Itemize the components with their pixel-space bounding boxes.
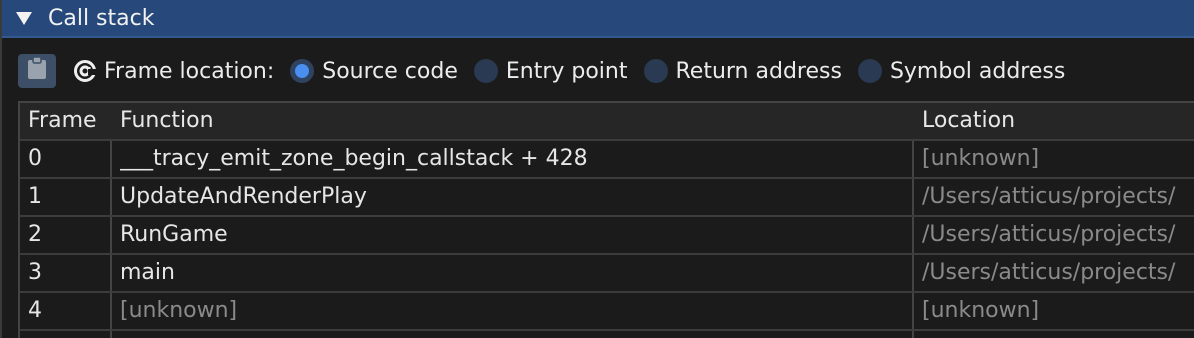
- radio-selected-indicator[interactable]: [290, 59, 315, 83]
- location-path[interactable]: /Users/atticus/projects/: [922, 217, 1194, 253]
- copy-to-clipboard-button[interactable]: [18, 54, 56, 88]
- table-header: Frame Function Location: [20, 103, 1194, 141]
- column-header-function[interactable]: Function: [120, 103, 910, 139]
- frame-location-toolbar: Frame location: Source code Entry point …: [18, 52, 1188, 90]
- frame-location-label: Frame location:: [104, 58, 275, 84]
- radio-label: Source code: [322, 58, 458, 84]
- window-title: Call stack: [48, 5, 155, 31]
- radio-indicator[interactable]: [857, 59, 882, 83]
- table-row[interactable]: 1 UpdateAndRenderPlay /Users/atticus/pro…: [20, 179, 1194, 217]
- function-name[interactable]: RunGame: [120, 217, 910, 253]
- table-row[interactable]: 2 RunGame /Users/atticus/projects/: [20, 217, 1194, 255]
- frame-number: 3: [28, 260, 42, 285]
- radio-indicator[interactable]: [643, 59, 668, 83]
- location-path[interactable]: /Users/atticus/projects/: [922, 179, 1194, 215]
- function-name[interactable]: UpdateAndRenderPlay: [120, 179, 910, 215]
- column-header-location[interactable]: Location: [922, 103, 1194, 139]
- frame-number: 0: [28, 146, 42, 171]
- location-path[interactable]: /Users/atticus/projects/: [922, 255, 1194, 291]
- radio-return-address[interactable]: Return address: [643, 58, 842, 84]
- table-row[interactable]: 3 main /Users/atticus/projects/: [20, 255, 1194, 293]
- function-name[interactable]: [unknown]: [120, 293, 910, 329]
- window-titlebar[interactable]: Call stack: [2, 0, 1194, 38]
- call-stack-window: Call stack Frame location: Source code E…: [0, 0, 1194, 338]
- radio-label: Symbol address: [889, 58, 1066, 84]
- frame-number: 2: [28, 222, 42, 247]
- call-stack-table: Frame Function Location 0 ___tracy_emit_…: [18, 101, 1194, 338]
- frame-number: 1: [28, 184, 42, 209]
- radio-source-code[interactable]: Source code: [290, 59, 458, 84]
- radio-label: Entry point: [505, 58, 628, 84]
- at-sign-icon: [72, 58, 98, 84]
- location-path[interactable]: [unknown]: [922, 293, 1194, 329]
- radio-symbol-address[interactable]: Symbol address: [857, 58, 1066, 84]
- radio-entry-point[interactable]: Entry point: [473, 58, 628, 84]
- radio-label: Return address: [675, 58, 842, 84]
- table-row[interactable]: 4 [unknown] [unknown]: [20, 293, 1194, 331]
- collapse-triangle-icon[interactable]: [14, 8, 34, 28]
- column-header-frame[interactable]: Frame: [28, 103, 112, 139]
- frame-number: 4: [28, 298, 42, 323]
- clipboard-icon: [27, 56, 47, 86]
- function-name[interactable]: main: [120, 255, 910, 291]
- table-row[interactable]: 0 ___tracy_emit_zone_begin_callstack + 4…: [20, 141, 1194, 179]
- radio-indicator[interactable]: [473, 59, 498, 83]
- location-path[interactable]: [unknown]: [922, 141, 1194, 177]
- function-name[interactable]: ___tracy_emit_zone_begin_callstack + 428: [120, 141, 910, 177]
